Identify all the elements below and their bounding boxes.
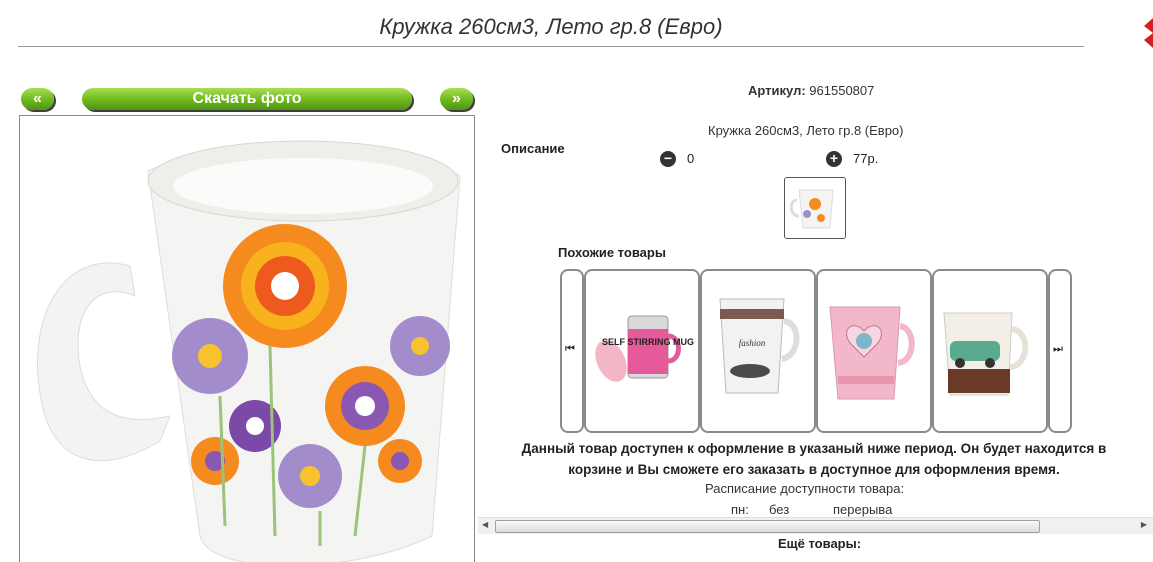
car-mug-image bbox=[943, 312, 1029, 396]
schedule-from: без bbox=[769, 502, 790, 517]
description-text: Кружка 260см3, Лето гр.8 (Евро) bbox=[708, 123, 904, 138]
close-icon[interactable] bbox=[1141, 18, 1153, 48]
artikul-value: 961550807 bbox=[809, 83, 875, 98]
quantity-value: 0 bbox=[687, 151, 695, 166]
quantity-increase-button[interactable]: + bbox=[826, 151, 842, 167]
self-stirring-mug-image: SELF STIRRING MUG bbox=[595, 315, 694, 382]
card-label: fashion bbox=[739, 338, 766, 348]
card-label: SELF STIRRING MUG bbox=[602, 337, 694, 347]
similar-product-card[interactable]: fashion bbox=[700, 269, 816, 433]
artikul: Артикул: 961550807 bbox=[748, 83, 874, 98]
skip-back-icon: ⏮ bbox=[565, 343, 575, 355]
prev-photo-button[interactable]: « bbox=[21, 88, 54, 110]
fashion-mug-image: fashion bbox=[719, 298, 800, 394]
similar-product-card[interactable]: SELF STIRRING MUG bbox=[584, 269, 700, 433]
price: 77р. bbox=[853, 151, 879, 166]
scrollbar-thumb[interactable] bbox=[495, 520, 1040, 533]
quantity-decrease-button[interactable]: − bbox=[660, 151, 676, 167]
title-divider bbox=[18, 46, 1084, 47]
artikul-label: Артикул: bbox=[748, 83, 806, 98]
schedule-to: перерыва bbox=[833, 502, 893, 517]
product-thumbnail[interactable] bbox=[784, 177, 846, 239]
mug-image bbox=[37, 140, 461, 562]
download-photo-button[interactable]: Скачать фото bbox=[82, 88, 412, 110]
similar-product-card[interactable] bbox=[932, 269, 1048, 433]
scroll-right-arrow-icon[interactable]: ▶ bbox=[1141, 520, 1147, 529]
thumbnail-mug-image bbox=[789, 189, 834, 229]
scroll-left-arrow-icon[interactable]: ◀ bbox=[482, 520, 488, 529]
product-title: Кружка 260см3, Лето гр.8 (Евро) bbox=[379, 14, 723, 39]
carousel-next-button[interactable]: ⏭ bbox=[1048, 269, 1072, 433]
schedule-day: пн: bbox=[731, 502, 749, 517]
more-products-label: Ещё товары: bbox=[778, 536, 862, 551]
schedule-title: Расписание доступности товара: bbox=[705, 481, 905, 496]
horizontal-scrollbar[interactable]: ◀ ▶ bbox=[478, 517, 1153, 534]
description-label: Описание bbox=[501, 141, 565, 156]
product-photo bbox=[19, 115, 475, 562]
pink-heart-mug-image bbox=[829, 306, 915, 400]
similar-product-card[interactable] bbox=[816, 269, 932, 433]
skip-forward-icon: ⏭ bbox=[1053, 343, 1063, 355]
next-photo-button[interactable]: » bbox=[440, 88, 473, 110]
similar-products-label: Похожие товары bbox=[558, 245, 666, 260]
carousel-prev-button[interactable]: ⏮ bbox=[560, 269, 584, 433]
availability-notice: Данный товар доступен к оформление в ука… bbox=[521, 441, 1107, 477]
